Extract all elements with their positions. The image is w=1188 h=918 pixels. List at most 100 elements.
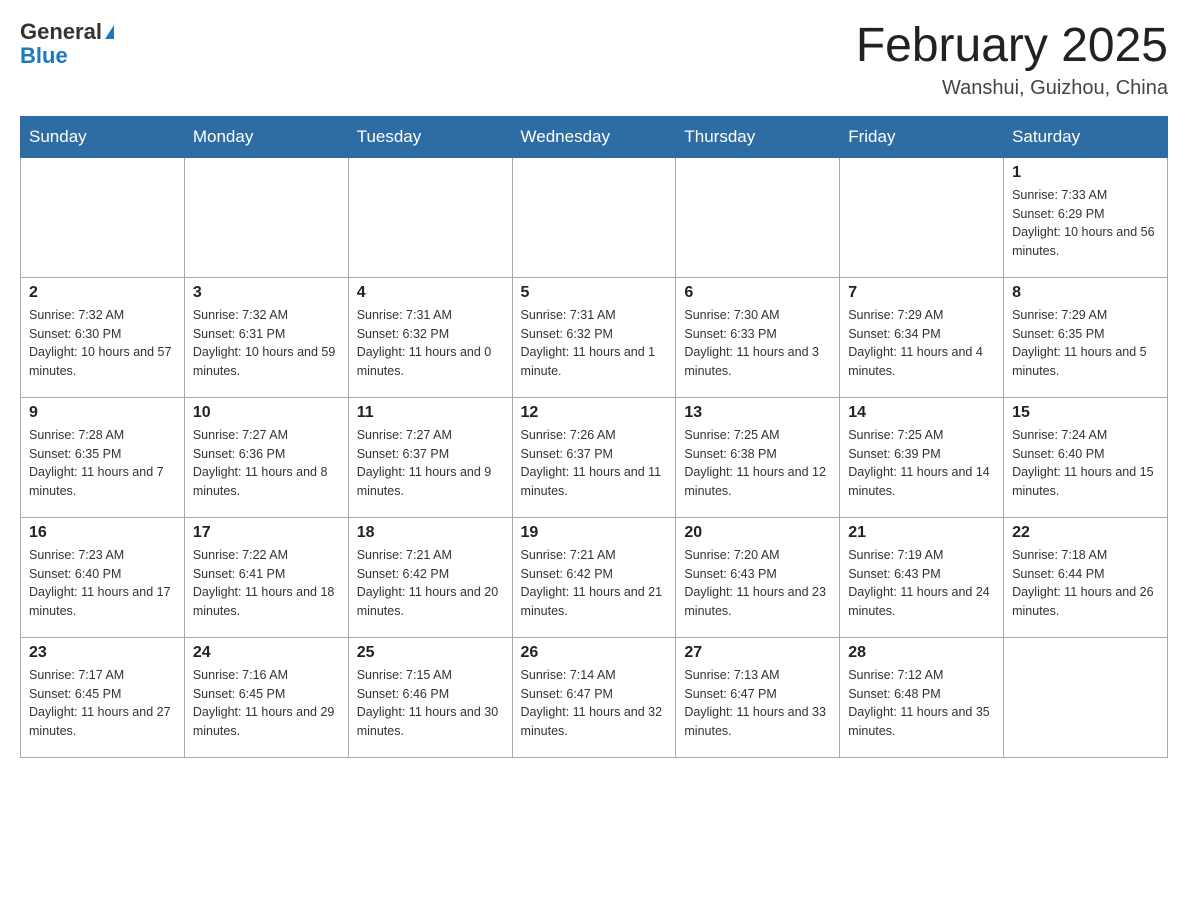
day-info: Sunrise: 7:31 AMSunset: 6:32 PMDaylight:… xyxy=(521,306,668,381)
day-cell: 11 Sunrise: 7:27 AMSunset: 6:37 PMDayligh… xyxy=(348,397,512,517)
header-monday: Monday xyxy=(184,116,348,157)
day-number: 23 xyxy=(29,644,176,662)
header-thursday: Thursday xyxy=(676,116,840,157)
day-cell: 19Sunrise: 7:21 AMSunset: 6:42 PMDayligh… xyxy=(512,517,676,637)
week-row-2: 9 Sunrise: 7:28 AMSunset: 6:35 PMDaylight… xyxy=(21,397,1168,517)
day-cell: 17 Sunrise: 7:22 AMSunset: 6:41 PMDayligh… xyxy=(184,517,348,637)
day-number: 11 xyxy=(357,404,504,422)
day-info: Sunrise: 7:25 AMSunset: 6:39 PMDaylight:… xyxy=(848,426,995,501)
day-number: 12 xyxy=(521,404,668,422)
day-cell: 9 Sunrise: 7:28 AMSunset: 6:35 PMDaylight… xyxy=(21,397,185,517)
day-info: Sunrise: 7:12 AMSunset: 6:48 PMDaylight:… xyxy=(848,666,995,741)
day-number: 4 xyxy=(357,284,504,302)
day-number: 22 xyxy=(1012,524,1159,542)
day-cell: 12 Sunrise: 7:26 AMSunset: 6:37 PMDayligh… xyxy=(512,397,676,517)
day-cell: 8 Sunrise: 7:29 AMSunset: 6:35 PMDaylight… xyxy=(1004,277,1168,397)
day-cell: 7 Sunrise: 7:29 AMSunset: 6:34 PMDaylight… xyxy=(840,277,1004,397)
day-number: 26 xyxy=(521,644,668,662)
day-cell: 28Sunrise: 7:12 AMSunset: 6:48 PMDayligh… xyxy=(840,637,1004,757)
day-number: 5 xyxy=(521,284,668,302)
day-info: Sunrise: 7:20 AMSunset: 6:43 PMDaylight:… xyxy=(684,546,831,621)
day-info: Sunrise: 7:18 AMSunset: 6:44 PMDaylight:… xyxy=(1012,546,1159,621)
day-cell: 25Sunrise: 7:15 AMSunset: 6:46 PMDayligh… xyxy=(348,637,512,757)
calendar-subtitle: Wanshui, Guizhou, China xyxy=(856,77,1168,100)
calendar-table: SundayMondayTuesdayWednesdayThursdayFrid… xyxy=(20,116,1168,758)
day-cell xyxy=(840,157,1004,277)
day-number: 8 xyxy=(1012,284,1159,302)
day-number: 16 xyxy=(29,524,176,542)
day-cell: 5 Sunrise: 7:31 AMSunset: 6:32 PMDaylight… xyxy=(512,277,676,397)
day-cell: 14 Sunrise: 7:25 AMSunset: 6:39 PMDayligh… xyxy=(840,397,1004,517)
day-number: 14 xyxy=(848,404,995,422)
day-info: Sunrise: 7:32 AMSunset: 6:30 PMDaylight:… xyxy=(29,306,176,381)
week-row-0: 1 Sunrise: 7:33 AMSunset: 6:29 PMDaylight… xyxy=(21,157,1168,277)
header-saturday: Saturday xyxy=(1004,116,1168,157)
day-info: Sunrise: 7:17 AMSunset: 6:45 PMDaylight:… xyxy=(29,666,176,741)
day-info: Sunrise: 7:33 AMSunset: 6:29 PMDaylight:… xyxy=(1012,186,1159,261)
week-row-1: 2 Sunrise: 7:32 AMSunset: 6:30 PMDaylight… xyxy=(21,277,1168,397)
day-number: 3 xyxy=(193,284,340,302)
day-info: Sunrise: 7:26 AMSunset: 6:37 PMDaylight:… xyxy=(521,426,668,501)
day-cell: 18 Sunrise: 7:21 AMSunset: 6:42 PMDayligh… xyxy=(348,517,512,637)
day-number: 21 xyxy=(848,524,995,542)
day-cell xyxy=(21,157,185,277)
calendar-title: February 2025 xyxy=(856,20,1168,73)
day-info: Sunrise: 7:25 AMSunset: 6:38 PMDaylight:… xyxy=(684,426,831,501)
day-cell xyxy=(512,157,676,277)
day-info: Sunrise: 7:27 AMSunset: 6:36 PMDaylight:… xyxy=(193,426,340,501)
day-cell: 27Sunrise: 7:13 AMSunset: 6:47 PMDayligh… xyxy=(676,637,840,757)
day-number: 2 xyxy=(29,284,176,302)
day-number: 18 xyxy=(357,524,504,542)
day-info: Sunrise: 7:30 AMSunset: 6:33 PMDaylight:… xyxy=(684,306,831,381)
logo-general: General xyxy=(20,20,102,44)
day-cell: 20Sunrise: 7:20 AMSunset: 6:43 PMDayligh… xyxy=(676,517,840,637)
title-section: February 2025 Wanshui, Guizhou, China xyxy=(856,20,1168,100)
day-info: Sunrise: 7:29 AMSunset: 6:35 PMDaylight:… xyxy=(1012,306,1159,381)
day-cell xyxy=(184,157,348,277)
week-row-4: 23 Sunrise: 7:17 AMSunset: 6:45 PMDayligh… xyxy=(21,637,1168,757)
day-info: Sunrise: 7:19 AMSunset: 6:43 PMDaylight:… xyxy=(848,546,995,621)
day-info: Sunrise: 7:24 AMSunset: 6:40 PMDaylight:… xyxy=(1012,426,1159,501)
day-cell xyxy=(1004,637,1168,757)
day-cell: 26 Sunrise: 7:14 AMSunset: 6:47 PMDayligh… xyxy=(512,637,676,757)
day-info: Sunrise: 7:21 AMSunset: 6:42 PMDaylight:… xyxy=(357,546,504,621)
day-cell xyxy=(348,157,512,277)
day-cell: 13 Sunrise: 7:25 AMSunset: 6:38 PMDayligh… xyxy=(676,397,840,517)
day-cell xyxy=(676,157,840,277)
day-info: Sunrise: 7:32 AMSunset: 6:31 PMDaylight:… xyxy=(193,306,340,381)
logo: General Blue xyxy=(20,20,114,68)
day-cell: 23 Sunrise: 7:17 AMSunset: 6:45 PMDayligh… xyxy=(21,637,185,757)
header-row: SundayMondayTuesdayWednesdayThursdayFrid… xyxy=(21,116,1168,157)
day-number: 13 xyxy=(684,404,831,422)
day-number: 9 xyxy=(29,404,176,422)
day-cell: 3 Sunrise: 7:32 AMSunset: 6:31 PMDaylight… xyxy=(184,277,348,397)
day-info: Sunrise: 7:16 AMSunset: 6:45 PMDaylight:… xyxy=(193,666,340,741)
day-cell: 10 Sunrise: 7:27 AMSunset: 6:36 PMDayligh… xyxy=(184,397,348,517)
day-cell: 24 Sunrise: 7:16 AMSunset: 6:45 PMDayligh… xyxy=(184,637,348,757)
day-info: Sunrise: 7:15 AMSunset: 6:46 PMDaylight:… xyxy=(357,666,504,741)
week-row-3: 16 Sunrise: 7:23 AMSunset: 6:40 PMDayligh… xyxy=(21,517,1168,637)
logo-blue: Blue xyxy=(20,44,114,68)
day-info: Sunrise: 7:23 AMSunset: 6:40 PMDaylight:… xyxy=(29,546,176,621)
day-info: Sunrise: 7:29 AMSunset: 6:34 PMDaylight:… xyxy=(848,306,995,381)
day-number: 15 xyxy=(1012,404,1159,422)
day-number: 1 xyxy=(1012,164,1159,182)
day-cell: 16 Sunrise: 7:23 AMSunset: 6:40 PMDayligh… xyxy=(21,517,185,637)
day-info: Sunrise: 7:22 AMSunset: 6:41 PMDaylight:… xyxy=(193,546,340,621)
day-cell: 6 Sunrise: 7:30 AMSunset: 6:33 PMDaylight… xyxy=(676,277,840,397)
day-info: Sunrise: 7:13 AMSunset: 6:47 PMDaylight:… xyxy=(684,666,831,741)
header-tuesday: Tuesday xyxy=(348,116,512,157)
day-number: 10 xyxy=(193,404,340,422)
page-header: General Blue February 2025 Wanshui, Guiz… xyxy=(20,20,1168,100)
day-number: 7 xyxy=(848,284,995,302)
day-number: 6 xyxy=(684,284,831,302)
day-cell: 2 Sunrise: 7:32 AMSunset: 6:30 PMDaylight… xyxy=(21,277,185,397)
day-cell: 22 Sunrise: 7:18 AMSunset: 6:44 PMDayligh… xyxy=(1004,517,1168,637)
day-number: 24 xyxy=(193,644,340,662)
day-info: Sunrise: 7:27 AMSunset: 6:37 PMDaylight:… xyxy=(357,426,504,501)
day-info: Sunrise: 7:28 AMSunset: 6:35 PMDaylight:… xyxy=(29,426,176,501)
day-number: 17 xyxy=(193,524,340,542)
day-info: Sunrise: 7:14 AMSunset: 6:47 PMDaylight:… xyxy=(521,666,668,741)
header-sunday: Sunday xyxy=(21,116,185,157)
day-cell: 1 Sunrise: 7:33 AMSunset: 6:29 PMDaylight… xyxy=(1004,157,1168,277)
